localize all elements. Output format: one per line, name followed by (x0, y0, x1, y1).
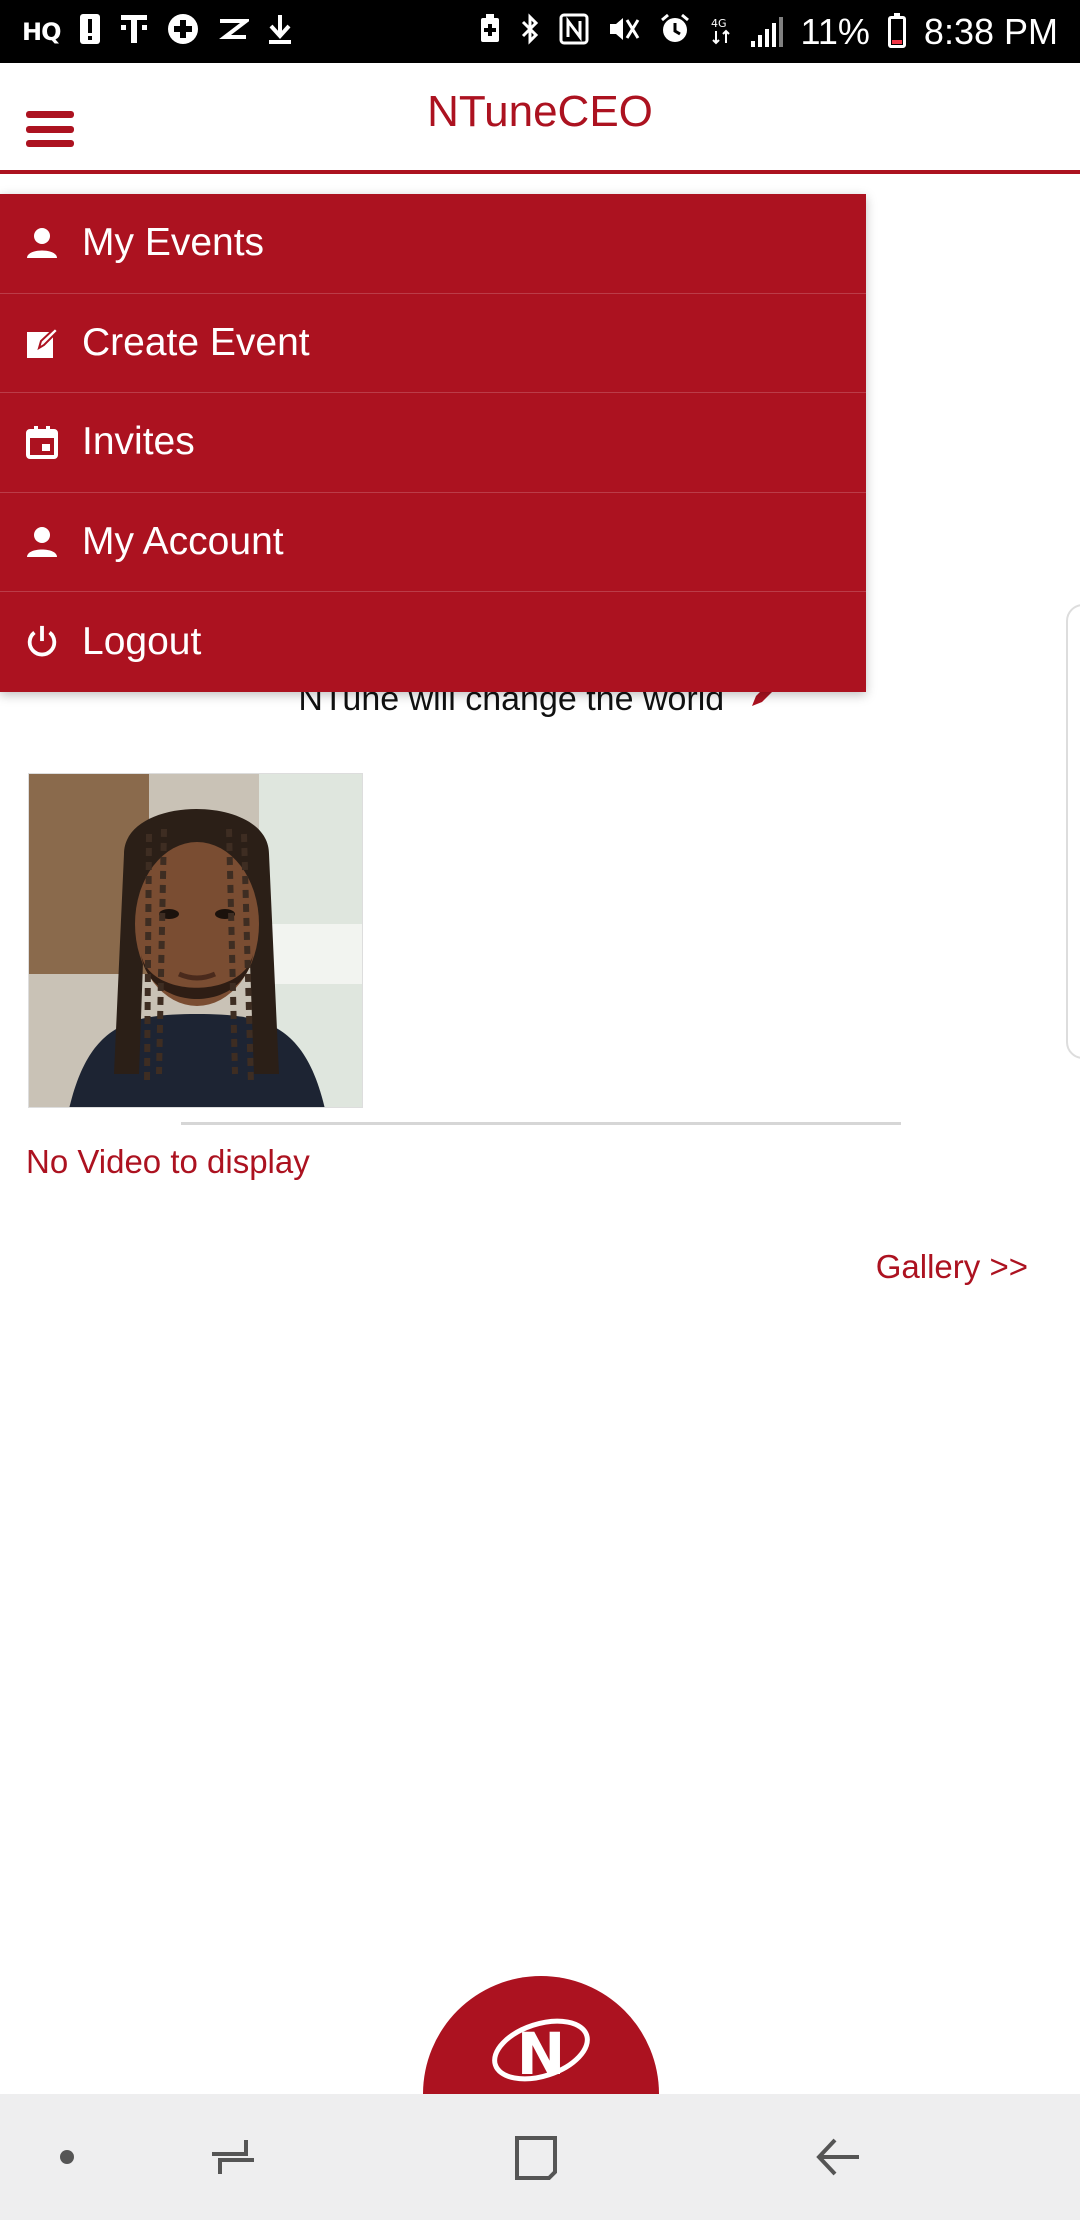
plus-circle-icon (167, 13, 199, 51)
recents-icon (212, 2140, 254, 2174)
menu-item-my-events[interactable]: My Events (0, 194, 866, 294)
calendar-icon (24, 424, 60, 460)
nav-recents-button[interactable] (173, 2094, 293, 2220)
clock: 8:38 PM (923, 10, 1058, 52)
menu-item-my-account[interactable]: My Account (0, 493, 866, 593)
mute-icon (607, 14, 641, 49)
tmobile-icon (119, 13, 149, 51)
status-left-icons: HQ (22, 13, 293, 51)
system-nav-bar (0, 2094, 1080, 2220)
zedge-icon (217, 15, 252, 49)
menu-item-label: My Account (82, 520, 284, 564)
status-bar: HQ 4G 11% 8:38 PM (0, 0, 1080, 63)
menu-item-invites[interactable]: Invites (0, 393, 866, 493)
app-bar: NTuneCEO (0, 63, 1080, 174)
status-right-icons: 4G 11% 8:38 PM (479, 11, 1058, 53)
bluetooth-icon (519, 13, 541, 50)
battery-percent: 11% (800, 10, 870, 52)
menu-item-label: Create Event (82, 320, 310, 364)
home-icon (515, 2136, 557, 2180)
nav-back-button[interactable] (778, 2094, 898, 2220)
edit-note-icon (24, 325, 60, 361)
person-icon (24, 524, 60, 560)
svg-text:4G: 4G (711, 17, 727, 30)
back-arrow-icon (816, 2138, 859, 2176)
avatar (29, 774, 362, 1107)
menu-item-logout[interactable]: Logout (0, 592, 866, 692)
no-video-message: No Video to display (26, 1143, 310, 1180)
person-icon (24, 225, 60, 261)
download-icon (267, 13, 293, 51)
alarm-icon (659, 13, 691, 50)
data-4g-icon: 4G (709, 13, 733, 50)
battery-saver-icon (479, 14, 501, 49)
menu-item-label: Logout (82, 620, 202, 664)
signal-icon (750, 16, 783, 47)
menu-item-label: My Events (82, 221, 265, 265)
profile-photo[interactable] (28, 773, 363, 1108)
battery-icon (887, 12, 906, 48)
divider (181, 1122, 901, 1125)
menu-item-label: Invites (82, 420, 195, 464)
power-icon (24, 624, 60, 660)
nfc-icon (559, 13, 589, 50)
nav-home-button[interactable] (476, 2094, 596, 2220)
dot-icon (60, 2150, 74, 2164)
nav-dot-button[interactable] (7, 2094, 127, 2220)
page-title: NTuneCEO (427, 87, 653, 136)
edge-panel-handle[interactable] (1066, 604, 1080, 1059)
screen: HQ 4G 11% 8:38 PM NTuneCEO NTune will ch… (0, 0, 1080, 2220)
hq-icon: HQ (22, 17, 61, 46)
alert-icon (79, 13, 101, 51)
menu-item-create-event[interactable]: Create Event (0, 294, 866, 394)
gallery-link[interactable]: Gallery >> (876, 1248, 1028, 1286)
logo-letter: N (517, 2020, 566, 2088)
navigation-drawer: My Events Create Event Invites My Accoun… (0, 194, 866, 692)
